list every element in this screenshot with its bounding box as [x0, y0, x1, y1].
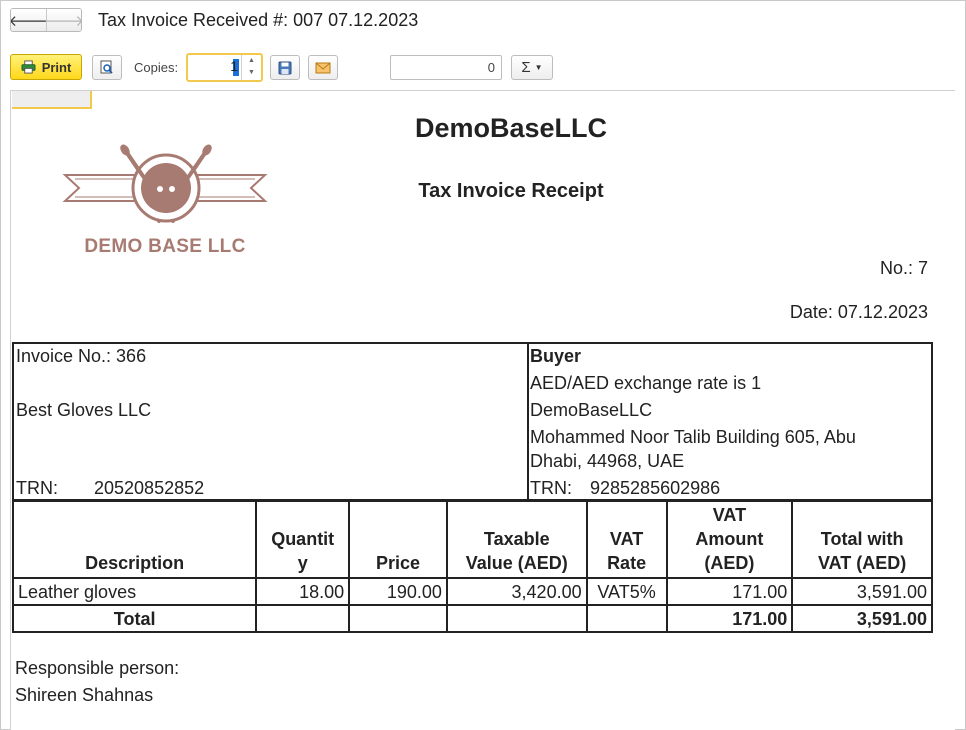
header-total-with-vat: Total with VAT (AED)	[791, 500, 933, 579]
print-button-label: Print	[41, 59, 72, 75]
total-quantity-empty[interactable]	[255, 604, 351, 633]
spreadsheet-document[interactable]: DEMO BASE LLC DemoBaseLLC Tax Invoice Re…	[10, 90, 955, 730]
responsible-name: Shireen Shahnas	[15, 685, 154, 705]
cell-total-with-vat[interactable]: 3,591.00	[791, 577, 933, 606]
printer-icon	[21, 60, 36, 74]
header-vat-rate: VAT Rate	[585, 500, 668, 579]
envelope-icon	[315, 62, 331, 73]
window-title: Tax Invoice Received #: 007 07.12.2023	[98, 9, 419, 30]
sigma-icon: Σ	[521, 59, 531, 76]
forward-button[interactable]: 🡒	[43, 9, 82, 31]
copies-spinner[interactable]: ▲ ▼	[241, 55, 261, 80]
copies-value: 1	[230, 58, 238, 74]
table-row: Leather gloves 18.00 190.00 3,420.00 VAT…	[11, 577, 933, 606]
parties-divider	[527, 344, 529, 499]
toolbar: Print Copies: 1 ▲ ▼ 0 Σ ▼	[10, 53, 955, 82]
email-button[interactable]	[308, 55, 338, 80]
save-button[interactable]	[270, 55, 300, 80]
items-table: Description Quantit y Price Taxable Value …	[11, 500, 933, 633]
table-total-row: Total 171.00 3,591.00	[11, 604, 933, 633]
header-price: Price	[348, 500, 448, 579]
table-header-row: Description Quantit y Price Taxable Value …	[11, 500, 933, 579]
magnifier-icon	[100, 60, 113, 74]
copies-input[interactable]: 1 ▲ ▼	[186, 53, 263, 82]
document-title: Tax Invoice Receipt	[418, 180, 604, 202]
total-with-vat[interactable]: 3,591.00	[791, 604, 933, 633]
buyer-trn-label: TRN:	[530, 478, 572, 498]
cell-price[interactable]: 190.00	[348, 577, 448, 606]
total-taxable-empty[interactable]	[445, 604, 588, 633]
document-date: Date: 07.12.2023	[789, 302, 928, 322]
buyer-address-line1: Mohammed Noor Talib Building 605, Abu	[530, 427, 856, 447]
cell-quantity[interactable]: 18.00	[255, 577, 351, 606]
spin-up-icon[interactable]: ▲	[242, 55, 261, 67]
cell-vat-amount[interactable]: 171.00	[665, 577, 794, 606]
document-window: 🡐 🡒 Tax Invoice Received #: 007 07.12.20…	[0, 0, 966, 730]
copies-label: Copies:	[134, 60, 179, 75]
cell-description[interactable]: Leather gloves	[11, 577, 258, 606]
cell-vat-rate[interactable]: VAT5%	[585, 577, 668, 606]
preview-button[interactable]	[92, 55, 122, 80]
spin-down-icon[interactable]: ▼	[242, 67, 261, 79]
back-button[interactable]: 🡐	[10, 9, 49, 31]
exchange-rate: AED/AED exchange rate is 1	[530, 373, 762, 393]
total-price-empty[interactable]	[348, 604, 448, 633]
logo-wordmark: DEMO BASE LLC	[84, 236, 246, 257]
buyer-heading: Buyer	[530, 346, 582, 366]
total-vat-amount[interactable]: 171.00	[665, 604, 794, 633]
cell-taxable-value[interactable]: 3,420.00	[445, 577, 588, 606]
print-button[interactable]: Print	[10, 54, 82, 80]
parties-box: Invoice No.: 366 Best Gloves LLC TRN: 20…	[12, 342, 933, 501]
supplier-trn-value: 20520852852	[94, 478, 205, 498]
total-label[interactable]: Total	[11, 604, 258, 633]
supplier-name: Best Gloves LLC	[16, 400, 152, 420]
buyer-name: DemoBaseLLC	[530, 400, 653, 420]
invoice-number: Invoice No.: 366	[16, 346, 147, 366]
supplier-trn-label: TRN:	[16, 478, 58, 498]
responsible-label: Responsible person:	[15, 658, 180, 678]
arrow-right-icon: 🡒	[43, 12, 82, 30]
sum-menu-button[interactable]: Σ ▼	[511, 55, 553, 80]
buyer-trn-value: 9285285602986	[590, 478, 721, 498]
navigation-group: 🡐 🡒	[10, 8, 82, 32]
company-name: DemoBaseLLC	[414, 113, 608, 143]
total-vat-rate-empty[interactable]	[585, 604, 668, 633]
title-bar: 🡐 🡒 Tax Invoice Received #: 007 07.12.20…	[10, 7, 418, 33]
header-description: Description	[11, 500, 258, 579]
chevron-down-icon: ▼	[534, 63, 543, 72]
active-cell[interactable]	[12, 91, 92, 109]
arrow-left-icon: 🡐	[10, 12, 49, 30]
buyer-address-line2: Dhabi, 44968, UAE	[530, 451, 685, 471]
header-taxable-value: Taxable Value (AED)	[445, 500, 588, 579]
company-logo: DEMO BASE LLC	[55, 141, 275, 271]
header-vat-amount: VAT Amount (AED)	[665, 500, 794, 579]
header-quantity: Quantit y	[255, 500, 351, 579]
floppy-disk-icon	[278, 61, 292, 74]
document-number: No.: 7	[879, 258, 928, 278]
sum-field[interactable]: 0	[390, 55, 502, 80]
